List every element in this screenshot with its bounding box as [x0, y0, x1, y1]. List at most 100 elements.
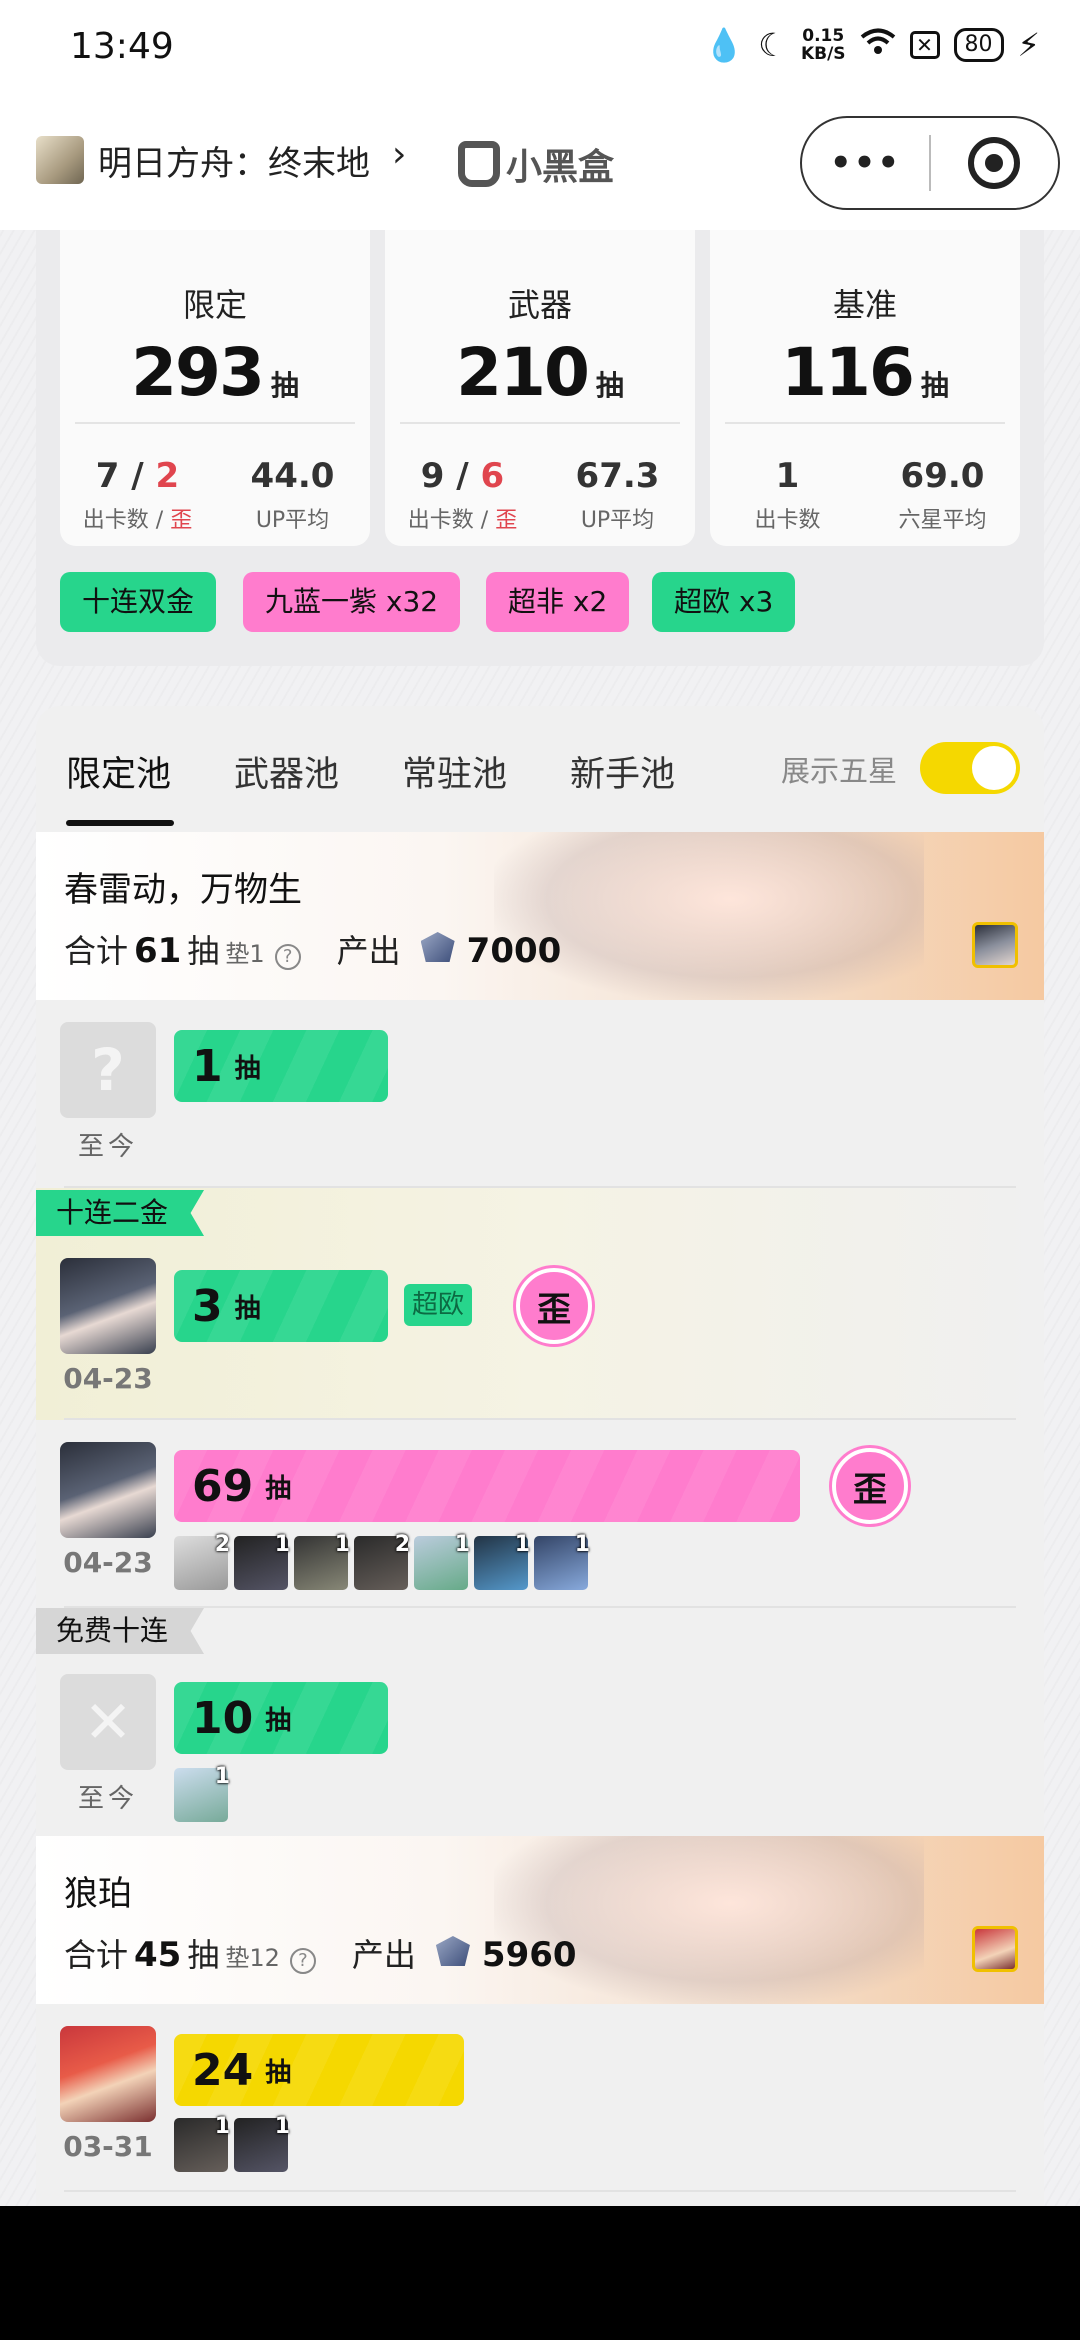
four-star-thumbnails: 1 [174, 1764, 230, 1822]
pity-value: 垫12 [225, 1944, 280, 1972]
chevron-right-icon[interactable]: › [392, 134, 406, 175]
banner-title: 春雷动，万物生 [64, 870, 302, 910]
stat-total-unit: 抽 [595, 369, 624, 402]
unknown-operator-avatar: ? [60, 1022, 156, 1118]
slash: / [444, 456, 481, 496]
pool-card: 限定池 武器池 常驻池 新手池 展示五星 春雷动，万物生 合计 61 抽 垫1 … [36, 706, 1044, 2206]
operator-thumbnail: 1 [174, 2114, 230, 2172]
net-speed-value: 0.15 [802, 26, 845, 46]
operator-thumbnail: 1 [414, 1532, 470, 1590]
cards-out-value: 1 [775, 456, 800, 496]
charging-icon: ⚡ [1017, 26, 1040, 64]
up-average-label: UP平均 [580, 508, 655, 533]
tag-super-lucky: 超欧 x3 [652, 572, 796, 632]
gem-icon [435, 1936, 470, 1966]
stat-up-average: 44.0 UP平均 [215, 456, 370, 534]
wifi-icon [860, 26, 896, 64]
stat-box-standard: 基准 116 抽 1 出卡数 69.0 六星平均 [710, 230, 1020, 546]
tab-weapon-pool[interactable]: 武器池 [234, 746, 339, 797]
net-speed-unit: KB/S [800, 44, 846, 64]
app-nav-bar: 明日方舟：终末地 › 小黑盒 ••• [0, 100, 1080, 230]
show-five-star-toggle[interactable] [920, 742, 1020, 794]
pull-count: 3 [192, 1280, 223, 1332]
x-box-icon: ✕ [909, 31, 940, 59]
pull-count: 1 [192, 1040, 223, 1092]
mini-program-capsule: ••• [800, 116, 1060, 210]
thumbnail-count: 1 [214, 2114, 230, 2139]
screen: 13:49 💧 ☾ 0.15 KB/S ✕ 80 ⚡ 明日方舟：终末地 › 小黑… [0, 0, 1080, 2206]
stat-cards-out: 9 / 6 出卡数 / 歪 [385, 456, 540, 534]
game-avatar[interactable] [36, 136, 84, 184]
pull-unit: 抽 [234, 1293, 261, 1324]
pull-row: ✕ 至今 10 抽 1 [36, 1606, 1044, 1844]
tag-double-gold: 十连双金 [60, 572, 217, 632]
stat-total-number: 210 [456, 334, 590, 411]
battery-icon: 80 [953, 28, 1004, 62]
total-value: 45 [134, 1935, 182, 1975]
total-unit: 抽 [187, 932, 220, 970]
pull-row: 04-23 3抽 超欧 歪 [36, 1188, 1044, 1420]
output-label: 产出 [336, 932, 401, 970]
operator-avatar[interactable] [60, 2026, 156, 2122]
divider [75, 422, 355, 424]
banner-summary: 合计 45 抽 垫12 ? 产出 5960 [64, 1930, 577, 1976]
stat-total-unit: 抽 [270, 369, 299, 402]
four-star-thumbnails: 2 1 1 2 1 1 1 [174, 1532, 590, 1590]
tag-super-unlucky: 超非 x2 [486, 572, 630, 632]
banner-header[interactable]: 春雷动，万物生 合计 61 抽 垫1 ? 产出 7000 [36, 832, 1044, 1000]
pull-date: 04-23 [63, 1362, 153, 1395]
xiaoheihe-logo-icon [458, 141, 500, 187]
operator-thumbnail: 1 [474, 1532, 530, 1590]
banner-operator-icon [972, 922, 1018, 968]
slash: / [119, 456, 156, 496]
operator-avatar[interactable] [60, 1258, 156, 1354]
pull-unit: 抽 [265, 2057, 292, 2088]
pull-count: 69 [192, 1460, 254, 1512]
navigation-gesture-area [0, 2206, 1080, 2340]
help-icon[interactable]: ? [274, 944, 301, 970]
pull-count-bar: 69 抽 [174, 1450, 800, 1522]
game-title[interactable]: 明日方舟：终末地 [98, 136, 370, 185]
divider [64, 2190, 1016, 2192]
toggle-knob [972, 746, 1016, 790]
cards-out-label: 出卡数 / [82, 508, 171, 533]
stat-cards-out: 1 出卡数 [710, 456, 865, 534]
divider [725, 422, 1005, 424]
total-label: 合计 [64, 1936, 129, 1974]
four-star-thumbnails: 1 1 [174, 2114, 290, 2172]
close-mini-program-button[interactable] [931, 137, 1058, 189]
help-icon[interactable]: ? [289, 1948, 316, 1974]
stat-name: 武器 [507, 286, 572, 324]
unknown-operator-avatar: ✕ [60, 1674, 156, 1770]
stat-name: 限定 [182, 286, 247, 324]
brand-logo: 小黑盒 [458, 138, 614, 190]
stat-up-average: 67.3 UP平均 [540, 456, 695, 534]
total-label: 合计 [64, 932, 129, 970]
pull-date: 04-23 [63, 1546, 153, 1579]
show-five-star-label: 展示五星 [781, 754, 898, 788]
pull-date: 至今 [77, 1132, 138, 1162]
cards-out-label: 出卡数 [754, 508, 821, 533]
off-banner-badge: 歪 [832, 1448, 908, 1524]
thumbnail-count: 1 [334, 1532, 350, 1557]
stat-box-limited: 限定 293 抽 7 / 2 出卡数 / 歪 44.0 UP平均 [60, 230, 370, 546]
thumbnail-count: 1 [274, 1532, 290, 1557]
output-value: 5960 [481, 1935, 577, 1975]
thumbnail-count: 1 [574, 1532, 590, 1557]
tab-limited-pool[interactable]: 限定池 [66, 746, 171, 797]
off-banner-badge: 歪 [516, 1268, 592, 1344]
super-lucky-chip: 超欧 [404, 1284, 473, 1326]
operator-thumbnail: 2 [354, 1532, 410, 1590]
off-rate-value: 6 [480, 456, 505, 496]
tab-standard-pool[interactable]: 常驻池 [402, 746, 507, 797]
banner-header[interactable]: 狼珀 合计 45 抽 垫12 ? 产出 5960 [36, 1836, 1044, 2004]
banner-summary: 合计 61 抽 垫1 ? 产出 7000 [64, 926, 561, 972]
net-speed: 0.15 KB/S [801, 27, 846, 63]
more-options-button[interactable]: ••• [802, 143, 929, 183]
stat-cards-out: 7 / 2 出卡数 / 歪 [60, 456, 215, 534]
tab-beginner-pool[interactable]: 新手池 [570, 746, 675, 797]
operator-avatar[interactable] [60, 1442, 156, 1538]
stat-total-unit: 抽 [920, 369, 949, 402]
off-rate-label: 歪 [495, 508, 518, 533]
stat-total-number: 293 [131, 334, 265, 411]
